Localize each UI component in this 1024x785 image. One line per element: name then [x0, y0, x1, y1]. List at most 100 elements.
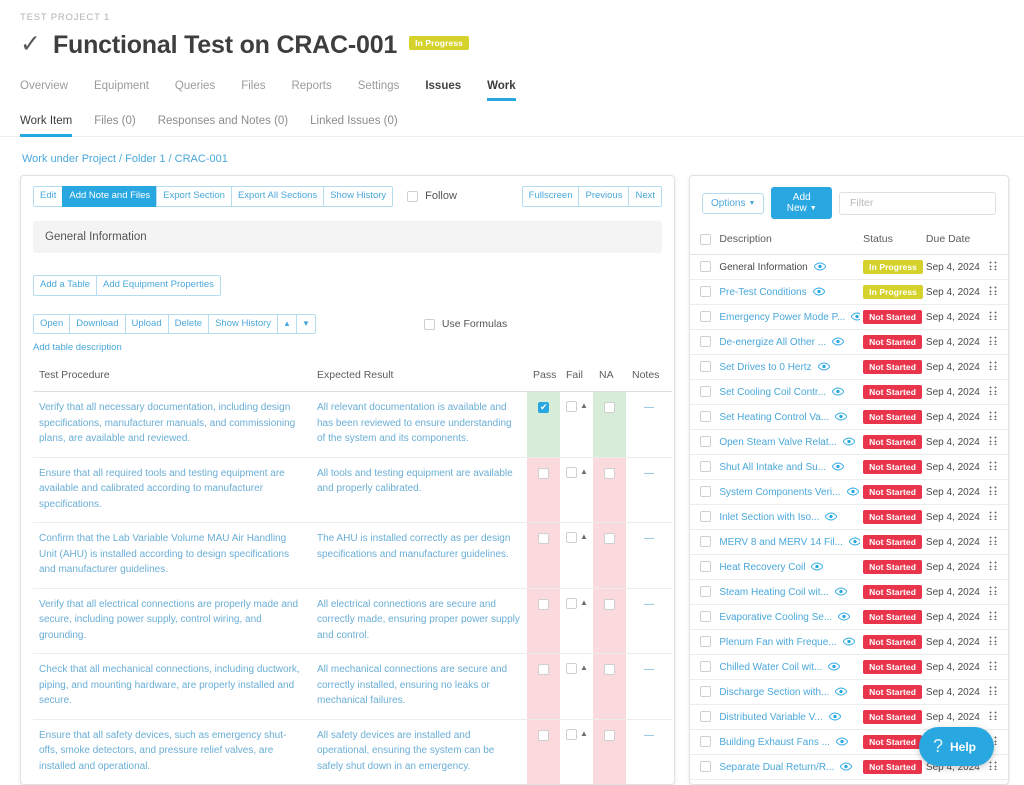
- list-item[interactable]: Heat Recovery Coil Not Started Sep 4, 2024: [690, 554, 1008, 580]
- item-description[interactable]: Inlet Section with Iso...: [719, 512, 819, 523]
- list-item[interactable]: Set Drives to 0 Hertz Not Started Sep 4, 2…: [690, 354, 1008, 380]
- drag-handle-icon[interactable]: [988, 286, 998, 295]
- tab-overview[interactable]: Overview: [20, 80, 68, 101]
- tab-settings[interactable]: Settings: [358, 80, 400, 101]
- tab-files[interactable]: Files: [241, 80, 265, 101]
- toolbar-btn-export-all-sections[interactable]: Export All Sections: [230, 186, 325, 207]
- drag-handle-icon[interactable]: [988, 486, 998, 495]
- toolbar-btn-export-section[interactable]: Export Section: [156, 186, 232, 207]
- arrow-up-icon[interactable]: ▲: [277, 313, 297, 335]
- options-button[interactable]: Options ▼: [702, 192, 765, 214]
- pass-checkbox[interactable]: [538, 664, 549, 676]
- row-checkbox[interactable]: [700, 461, 711, 473]
- drag-handle-icon[interactable]: [988, 511, 998, 520]
- work-items-scroll[interactable]: Description Status Due Date General Inform…: [690, 229, 1008, 784]
- help-button[interactable]: ? Help: [918, 727, 994, 766]
- eye-icon[interactable]: [835, 412, 848, 421]
- tab-equipment[interactable]: Equipment: [94, 80, 149, 101]
- toolbar-btn-edit[interactable]: Edit: [33, 186, 64, 207]
- row-checkbox[interactable]: [700, 561, 711, 573]
- row-checkbox[interactable]: [700, 436, 711, 448]
- item-description[interactable]: Plenum Fan with Freque...: [719, 637, 836, 648]
- drag-handle-icon[interactable]: [988, 461, 998, 470]
- na-checkbox[interactable]: [604, 729, 615, 741]
- list-item[interactable]: General Information In Progress Sep 4, 202…: [690, 254, 1008, 280]
- drag-handle-icon[interactable]: [988, 411, 998, 420]
- tab-work[interactable]: Work: [487, 80, 516, 101]
- item-description[interactable]: Emergency Power Mode P...: [719, 312, 845, 323]
- row-checkbox[interactable]: [700, 261, 711, 273]
- eye-icon[interactable]: [828, 662, 841, 671]
- table-tool-show-history[interactable]: Show History: [208, 313, 279, 335]
- row-checkbox[interactable]: [700, 361, 711, 373]
- drag-handle-icon[interactable]: [988, 636, 998, 645]
- btn-add-a-table[interactable]: Add a Table: [33, 274, 98, 296]
- row-checkbox[interactable]: [700, 486, 711, 498]
- row-checkbox[interactable]: [700, 686, 711, 698]
- list-item[interactable]: Steam Heating Coil wit... Not Started Sep …: [690, 579, 1008, 605]
- row-checkbox[interactable]: [700, 586, 711, 598]
- list-item[interactable]: Discharge Section with... Not Started Sep …: [690, 679, 1008, 705]
- row-checkbox[interactable]: [700, 336, 711, 348]
- na-checkbox[interactable]: [604, 467, 615, 479]
- item-description[interactable]: Separate Dual Return/R...: [719, 762, 834, 773]
- drag-handle-icon[interactable]: [988, 361, 998, 370]
- arrow-down-icon[interactable]: ▼: [295, 313, 316, 335]
- item-description[interactable]: Heat Recovery Coil: [719, 562, 805, 573]
- tab-reports[interactable]: Reports: [291, 80, 331, 101]
- subtab-files-0-[interactable]: Files (0): [94, 115, 136, 136]
- drag-handle-icon[interactable]: [988, 561, 998, 570]
- drag-handle-icon[interactable]: [988, 661, 998, 670]
- row-checkbox[interactable]: [700, 511, 711, 523]
- list-item[interactable]: System Components Veri... Not Started Sep …: [690, 479, 1008, 505]
- fail-checkbox[interactable]: [566, 597, 577, 609]
- eye-icon[interactable]: [832, 462, 845, 471]
- breadcrumb[interactable]: Work under Project / Folder 1 / CRAC-001: [0, 137, 1024, 165]
- drag-handle-icon[interactable]: [988, 711, 998, 720]
- row-checkbox[interactable]: [700, 411, 711, 423]
- item-description[interactable]: MERV 8 and MERV 14 Fil...: [719, 537, 843, 548]
- pass-checkbox[interactable]: [538, 729, 549, 741]
- list-item[interactable]: Plenum Fan with Freque... Not Started Sep …: [690, 629, 1008, 655]
- toolbar-btn-fullscreen[interactable]: Fullscreen: [521, 186, 580, 207]
- item-description[interactable]: Set Heating Control Va...: [719, 412, 829, 423]
- list-item[interactable]: Emergency Power Mode P... Not Started Sep …: [690, 304, 1008, 330]
- subtab-responses-and-notes-0-[interactable]: Responses and Notes (0): [158, 115, 288, 136]
- toolbar-btn-next[interactable]: Next: [628, 186, 662, 207]
- pass-checkbox[interactable]: [538, 467, 549, 479]
- eye-icon[interactable]: [834, 587, 847, 596]
- list-item[interactable]: Distributed Variable V... Not Started Sep …: [690, 704, 1008, 730]
- item-description[interactable]: General Information: [719, 262, 807, 273]
- item-description[interactable]: Set Cooling Coil Contr...: [719, 387, 826, 398]
- item-description[interactable]: Distributed Variable V...: [719, 712, 822, 723]
- add-new-button[interactable]: Add New ▼: [771, 187, 832, 219]
- eye-icon[interactable]: [832, 387, 845, 396]
- table-tool-download[interactable]: Download: [69, 313, 126, 335]
- drag-handle-icon[interactable]: [988, 686, 998, 695]
- eye-icon[interactable]: [840, 762, 853, 771]
- add-table-description-link[interactable]: Add table description: [21, 334, 674, 353]
- pass-checkbox[interactable]: [538, 598, 549, 610]
- item-description[interactable]: Shut All Intake and Su...: [719, 462, 826, 473]
- use-formulas-checkbox[interactable]: [423, 318, 435, 330]
- toolbar-btn-previous[interactable]: Previous: [578, 186, 630, 207]
- eye-icon[interactable]: [846, 487, 859, 496]
- pass-checkbox[interactable]: [538, 401, 549, 414]
- item-description[interactable]: Open Steam Valve Relat...: [719, 437, 837, 448]
- item-description[interactable]: Chilled Water Coil wit...: [719, 662, 822, 673]
- table-tool-delete[interactable]: Delete: [167, 313, 210, 335]
- eye-icon[interactable]: [811, 562, 824, 571]
- na-checkbox[interactable]: [604, 598, 615, 610]
- na-checkbox[interactable]: [604, 664, 615, 676]
- eye-icon[interactable]: [838, 612, 851, 621]
- item-description[interactable]: System Components Veri...: [719, 487, 840, 498]
- item-description[interactable]: Set Drives to 0 Hertz: [719, 362, 811, 373]
- item-description[interactable]: Evaporative Cooling Se...: [719, 612, 832, 623]
- drag-handle-icon[interactable]: [988, 761, 998, 770]
- drag-handle-icon[interactable]: [988, 336, 998, 345]
- tab-issues[interactable]: Issues: [425, 80, 461, 101]
- eye-icon[interactable]: [812, 287, 825, 296]
- drag-handle-icon[interactable]: [988, 386, 998, 395]
- table-tool-upload[interactable]: Upload: [124, 313, 169, 335]
- item-description[interactable]: Pre-Test Conditions: [719, 287, 806, 298]
